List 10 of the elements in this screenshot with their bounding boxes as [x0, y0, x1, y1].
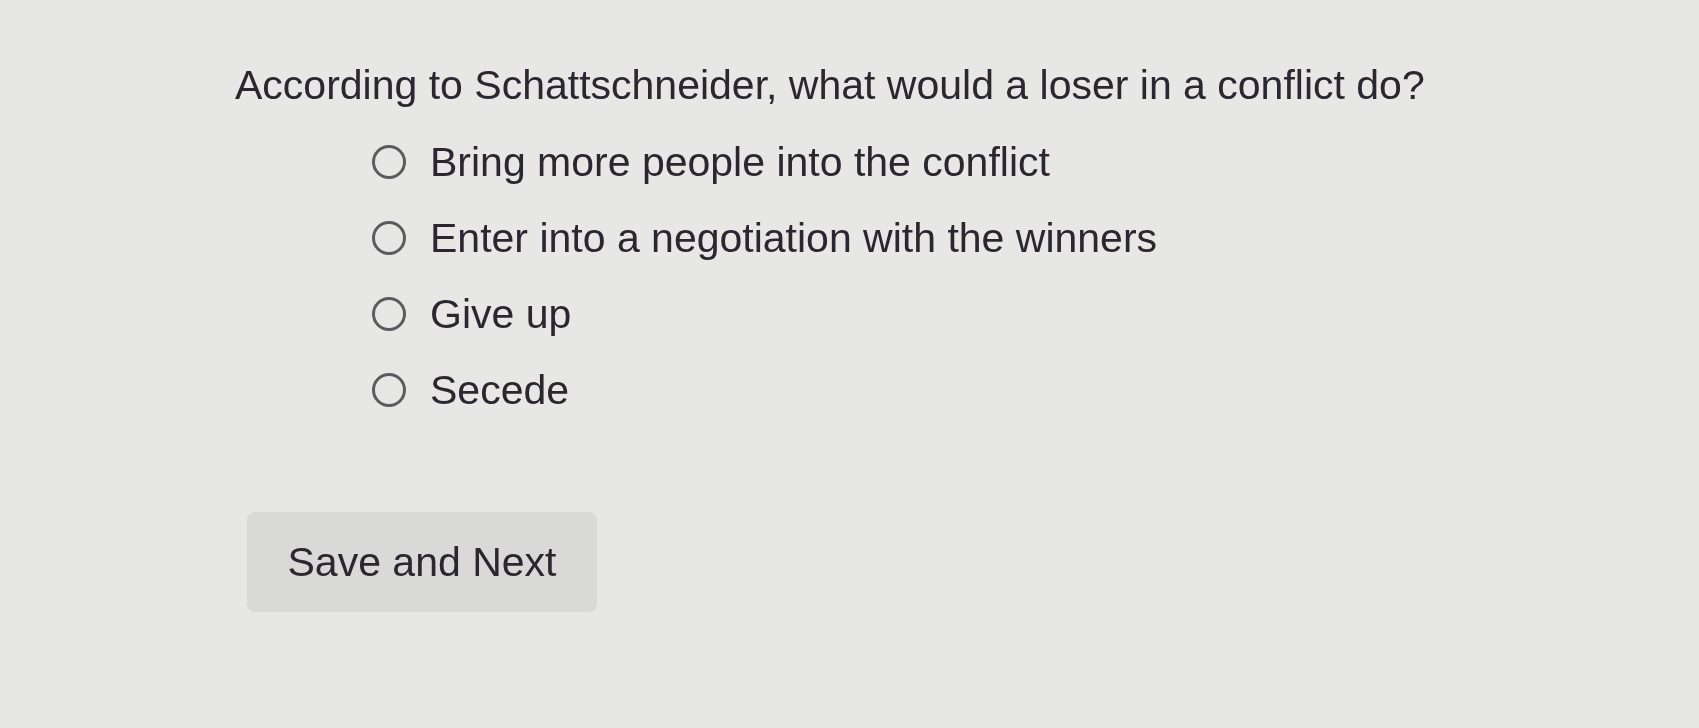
radio-button[interactable]: [372, 221, 406, 255]
option-label[interactable]: Give up: [430, 289, 572, 339]
option-label[interactable]: Secede: [430, 365, 570, 415]
radio-button[interactable]: [372, 145, 406, 179]
question-text: According to Schattschneider, what would a loser in a conflict do?: [235, 61, 1425, 110]
radio-button[interactable]: [372, 297, 406, 331]
option-label[interactable]: Enter into a negotiation with the winners: [430, 213, 1158, 263]
save-and-next-button[interactable]: Save and Next: [247, 512, 597, 612]
option-label[interactable]: Bring more people into the conflict: [430, 137, 1050, 187]
radio-button[interactable]: [372, 373, 406, 407]
